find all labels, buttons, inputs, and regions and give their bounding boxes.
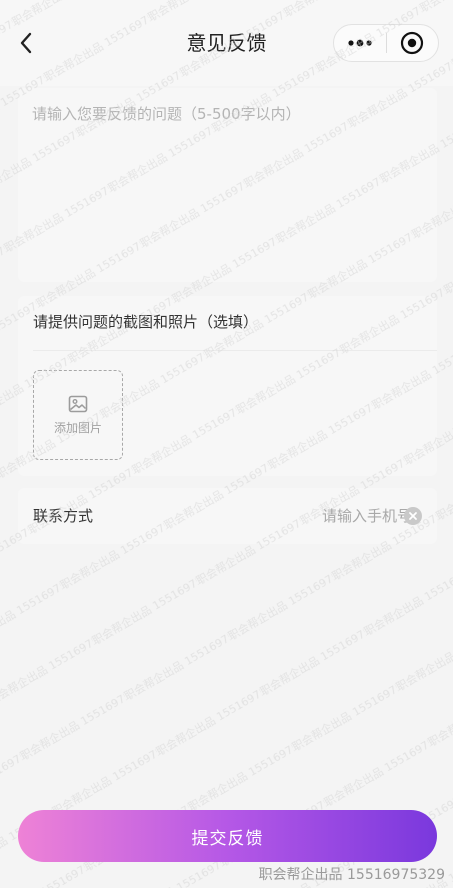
image-icon bbox=[68, 395, 88, 412]
contact-label: 联系方式 bbox=[33, 507, 94, 525]
clear-circle-icon bbox=[409, 512, 417, 520]
navigation-bar: 意见反馈 bbox=[0, 0, 453, 86]
footer-watermark-text: 职会帮企出品 15516975329 bbox=[258, 867, 445, 883]
close-mini-program-button[interactable] bbox=[386, 25, 438, 61]
phone-input[interactable] bbox=[188, 502, 412, 530]
photo-upload-card: 请提供问题的截图和照片（选填） 添加图片 bbox=[18, 296, 437, 476]
clear-phone-button[interactable] bbox=[404, 507, 422, 525]
record-circle-icon bbox=[401, 31, 424, 55]
feedback-textarea[interactable] bbox=[32, 102, 422, 267]
add-photo-button[interactable]: 添加图片 bbox=[33, 370, 123, 460]
add-photo-label: 添加图片 bbox=[53, 420, 102, 435]
contact-card: 联系方式 bbox=[18, 488, 437, 544]
submit-feedback-button[interactable]: 提交反馈 bbox=[18, 810, 437, 862]
photo-upload-label: 请提供问题的截图和照片（选填） bbox=[33, 313, 259, 331]
mini-program-capsule bbox=[333, 24, 439, 62]
more-dots-icon bbox=[348, 39, 372, 47]
more-button[interactable] bbox=[334, 25, 386, 61]
feedback-text-card bbox=[18, 88, 437, 282]
divider bbox=[33, 350, 437, 351]
